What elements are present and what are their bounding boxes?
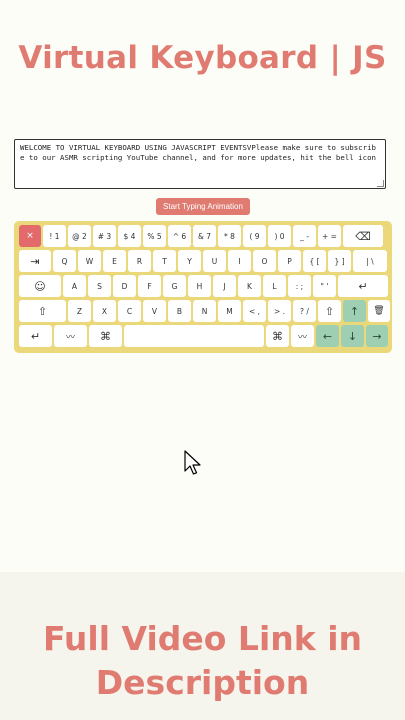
key-k[interactable]: K [238,275,261,297]
key-q[interactable]: Q [53,250,76,272]
pulse-icon: 〰 [65,332,75,343]
start-typing-animation-button[interactable]: Start Typing Animation [156,198,250,215]
caption-line-2: Description [95,663,310,702]
key-9[interactable]: ( 9 [243,225,266,247]
caption-line-1: Full Video Link in [42,619,362,658]
key-o[interactable]: O [253,250,276,272]
key-8[interactable]: * 8 [218,225,241,247]
key-z[interactable]: Z [68,300,91,322]
key-6[interactable]: ^ 6 [168,225,191,247]
key-i[interactable]: I [228,250,251,272]
return-icon: ↵ [30,329,41,343]
page-title: Virtual Keyboard | JS [18,40,387,76]
function-key-left[interactable]: 〰 [54,325,87,347]
return-key[interactable]: ↵ [19,325,52,347]
enter-icon: ↵ [358,279,368,293]
arrow-up-key[interactable]: ↑ [343,300,366,322]
key-p[interactable]: P [278,250,301,272]
keyboard-row-5: ↵ 〰 ⌘ ⌘ 〰 ← ↓ → [19,325,388,347]
key-n[interactable]: N [193,300,216,322]
shift-key-left[interactable]: ⇧ [19,300,66,322]
delete-key[interactable]: 🗑 [368,300,390,322]
backspace-key[interactable]: ⌫ [343,225,383,247]
key-backslash[interactable]: | \ [353,250,387,272]
arrow-down-key[interactable]: ↓ [341,325,364,347]
key-quote[interactable]: " ' [313,275,336,297]
arrow-down-icon: ↓ [347,329,358,343]
key-7[interactable]: & 7 [193,225,216,247]
arrow-left-icon: ← [322,329,333,343]
key-comma[interactable]: < , [243,300,266,322]
video-caption: Full Video Link in Description [0,617,405,705]
shift-icon: ⇧ [37,304,48,318]
key-d[interactable]: D [113,275,136,297]
mouse-pointer-icon [184,450,202,480]
pulse-icon: 〰 [297,332,307,343]
shift-key-right[interactable]: ⇧ [318,300,341,322]
escape-key[interactable]: × [19,225,41,247]
key-w[interactable]: W [78,250,101,272]
command-key-right[interactable]: ⌘ [266,325,289,347]
command-key-left[interactable]: ⌘ [89,325,122,347]
key-u[interactable]: U [203,250,226,272]
key-f[interactable]: F [138,275,161,297]
trash-icon: 🗑 [373,306,385,316]
key-s[interactable]: S [88,275,111,297]
key-right-bracket[interactable]: } ] [328,250,351,272]
command-icon: ⌘ [272,329,283,343]
space-bar[interactable] [124,325,264,347]
key-x[interactable]: X [93,300,116,322]
key-y[interactable]: Y [178,250,201,272]
virtual-keyboard: × ! 1 @ 2 # 3 $ 4 % 5 ^ 6 & 7 * 8 ( 9 ) … [14,221,392,353]
key-semicolon[interactable]: : ; [288,275,311,297]
tab-key[interactable]: ⇥ [19,250,51,272]
textarea-content: WELCOME TO VIRTUAL KEYBOARD USING JAVASC… [20,143,376,162]
key-period[interactable]: > . [268,300,291,322]
key-t[interactable]: T [153,250,176,272]
key-0[interactable]: ) 0 [268,225,291,247]
smiley-icon: ☺ [34,279,46,293]
arrow-left-key[interactable]: ← [316,325,339,347]
key-equals[interactable]: + = [318,225,341,247]
keyboard-row-1: × ! 1 @ 2 # 3 $ 4 % 5 ^ 6 & 7 * 8 ( 9 ) … [19,225,383,247]
shift-icon: ⇧ [324,304,335,318]
key-4[interactable]: $ 4 [118,225,141,247]
key-a[interactable]: A [63,275,86,297]
backspace-icon: ⌫ [355,229,371,243]
emoji-key[interactable]: ☺ [19,275,61,297]
keyboard-row-3: ☺ A S D F G H J K L : ; " ' ↵ [19,275,388,297]
typing-textarea[interactable]: WELCOME TO VIRTUAL KEYBOARD USING JAVASC… [14,139,386,189]
key-j[interactable]: J [213,275,236,297]
keyboard-row-4: ⇧ Z X C V B N M < , > . ? / ⇧ ↑ 🗑 [19,300,390,322]
key-h[interactable]: H [188,275,211,297]
key-2[interactable]: @ 2 [68,225,91,247]
enter-key[interactable]: ↵ [338,275,388,297]
key-3[interactable]: # 3 [93,225,116,247]
key-c[interactable]: C [118,300,141,322]
key-left-bracket[interactable]: { [ [303,250,326,272]
command-icon: ⌘ [100,329,111,343]
arrow-right-key[interactable]: → [366,325,388,347]
function-key-right[interactable]: 〰 [291,325,314,347]
key-r[interactable]: R [128,250,151,272]
arrow-right-icon: → [372,329,382,343]
key-v[interactable]: V [143,300,166,322]
resize-handle-icon[interactable] [377,180,384,187]
tab-icon: ⇥ [30,254,40,268]
key-b[interactable]: B [168,300,191,322]
key-1[interactable]: ! 1 [43,225,66,247]
key-m[interactable]: M [218,300,241,322]
key-minus[interactable]: _ - [293,225,316,247]
key-e[interactable]: E [103,250,126,272]
key-l[interactable]: L [263,275,286,297]
key-5[interactable]: % 5 [143,225,166,247]
arrow-up-icon: ↑ [349,304,360,318]
key-g[interactable]: G [163,275,186,297]
key-slash[interactable]: ? / [293,300,316,322]
keyboard-row-2: ⇥ Q W E R T Y U I O P { [ } ] | \ [19,250,387,272]
